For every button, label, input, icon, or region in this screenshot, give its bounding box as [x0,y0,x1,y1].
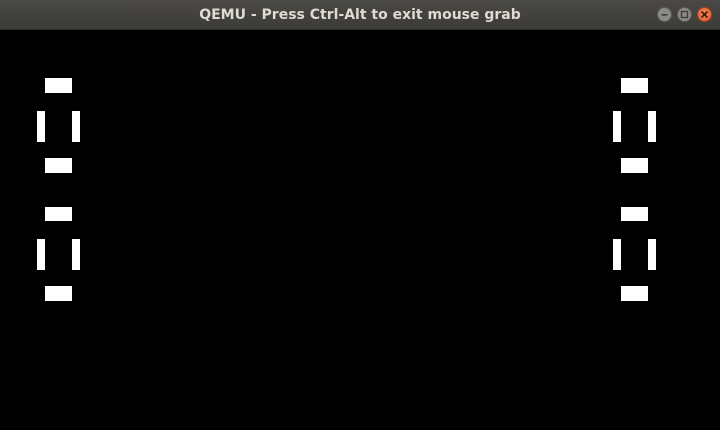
segment-lower-left [613,239,621,270]
segment-top [621,207,648,221]
guest-display[interactable] [0,30,720,430]
segment-bottom [45,286,72,301]
segment-upper-right [648,111,656,142]
segment-upper-left [37,111,45,142]
segment-lower-right [648,239,656,270]
segment-bottom [621,158,648,173]
segment-lower-left [37,239,45,270]
qemu-window: QEMU - Press Ctrl-Alt to exit mouse grab [0,0,720,430]
window-title: QEMU - Press Ctrl-Alt to exit mouse grab [199,7,521,23]
segment-lower-right [72,239,80,270]
segment-upper-right [72,111,80,142]
segment-upper-left [613,111,621,142]
segment-top [45,78,72,93]
close-button[interactable] [697,7,712,22]
segment-bottom [621,286,648,301]
segment-top [621,78,648,93]
segment-top [45,207,72,221]
minimize-button[interactable] [657,7,672,22]
close-icon [701,11,708,18]
minimize-icon [661,14,668,16]
maximize-icon [680,10,689,19]
maximize-button[interactable] [677,7,692,22]
segment-bottom [45,158,72,173]
window-controls [657,7,712,22]
title-bar[interactable]: QEMU - Press Ctrl-Alt to exit mouse grab [0,0,720,30]
